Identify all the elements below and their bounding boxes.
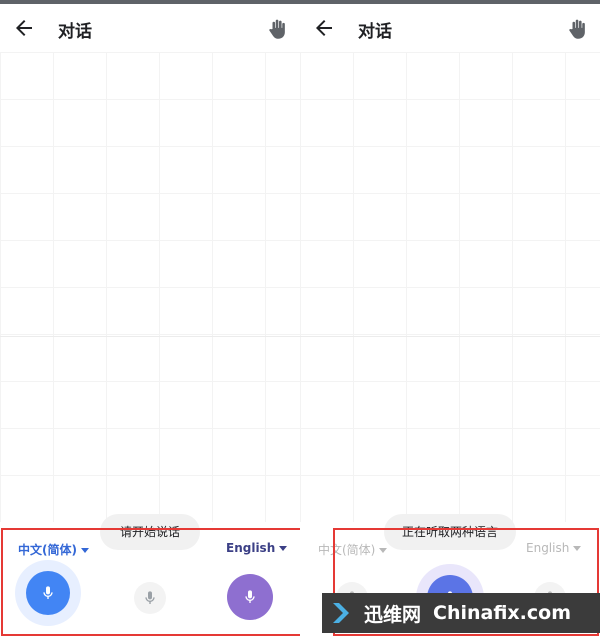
- watermark: 迅维网 Chinafix.com: [322, 593, 600, 633]
- divider: [300, 336, 600, 337]
- arrow-back-icon[interactable]: [12, 16, 36, 40]
- highlight-box: [1, 528, 300, 636]
- app-header: 对话: [300, 4, 600, 52]
- arrow-back-icon[interactable]: [312, 16, 336, 40]
- left-screen: 对话 请开始说话 中文(简体) English: [0, 4, 300, 637]
- app-header: 对话: [0, 4, 300, 52]
- watermark-brand-cn: 迅维网: [364, 603, 422, 626]
- divider: [0, 336, 300, 337]
- watermark-logo-icon: [326, 596, 360, 630]
- watermark-brand-en: Chinafix.com: [433, 602, 572, 624]
- page-title: 对话: [358, 22, 392, 42]
- page-title: 对话: [58, 22, 92, 42]
- hand-icon[interactable]: [266, 16, 292, 42]
- right-screen: 对话 正在听取两种语言 中文(简体) English: [300, 4, 600, 637]
- conversation-area: [300, 52, 600, 522]
- hand-icon[interactable]: [566, 16, 592, 42]
- conversation-area: [0, 52, 300, 522]
